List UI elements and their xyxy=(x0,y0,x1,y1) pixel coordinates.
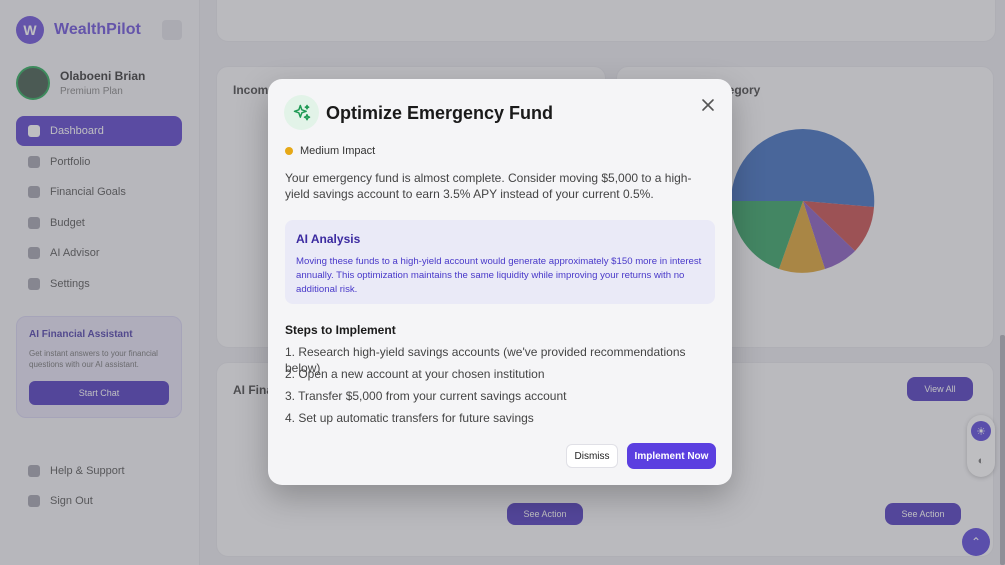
close-button[interactable] xyxy=(698,95,718,115)
modal-title: Optimize Emergency Fund xyxy=(326,103,554,123)
impact-dot-icon xyxy=(285,147,293,155)
step-item: 1. Research high-yield savings accounts … xyxy=(285,345,686,375)
step-item: 4. Set up automatic transfers for future… xyxy=(285,411,534,425)
insight-description: Your emergency fund is almost complete. … xyxy=(285,171,692,201)
steps-title: Steps to Implement xyxy=(285,323,396,337)
impact-badge: Medium Impact xyxy=(285,145,375,157)
impact-label: Medium Impact xyxy=(300,145,376,157)
step-item: 3. Transfer $5,000 from your current sav… xyxy=(285,389,567,403)
steps-list: 1. Research high-yield savings accounts … xyxy=(285,344,715,432)
step-item: 2. Open a new account at your chosen ins… xyxy=(285,367,545,381)
sparkle-icon xyxy=(284,95,319,130)
insight-modal: Optimize Emergency Fund Medium Impact Yo… xyxy=(268,79,732,485)
implement-now-button[interactable]: Implement Now xyxy=(627,443,716,469)
ai-analysis-box: AI Analysis Moving these funds to a high… xyxy=(285,220,715,304)
ai-analysis-text: Moving these funds to a high-yield accou… xyxy=(296,256,702,295)
dismiss-button[interactable]: Dismiss xyxy=(566,444,618,468)
close-icon xyxy=(702,99,714,111)
ai-analysis-title: AI Analysis xyxy=(296,232,361,246)
